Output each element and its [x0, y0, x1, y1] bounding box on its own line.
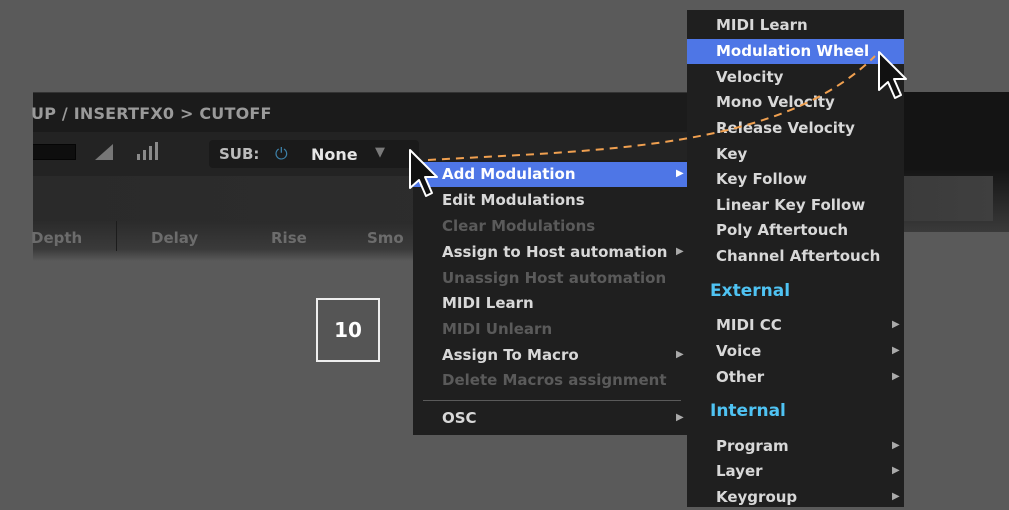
section-title-internal: Internal [710, 401, 786, 421]
submenu-item-label: MIDI CC [716, 316, 782, 334]
menu-item-label: MIDI Unlearn [442, 320, 553, 338]
menu-item-label: Unassign Host automation [442, 269, 667, 287]
column-header-delay[interactable]: Delay [151, 229, 198, 247]
column-header-depth[interactable]: Depth [31, 229, 82, 247]
submenu-item-midi-learn[interactable]: MIDI Learn [687, 13, 904, 38]
submenu-item-voice[interactable]: Voice ▶ [687, 339, 904, 364]
submenu-item-key-follow[interactable]: Key Follow [687, 167, 904, 192]
submenu-item-layer[interactable]: Layer ▶ [687, 459, 904, 484]
menu-item-assign-to-macro[interactable]: Assign To Macro ▶ [413, 343, 694, 368]
submenu-item-channel-aftertouch[interactable]: Channel Aftertouch [687, 244, 904, 269]
section-title-external: External [710, 281, 791, 301]
submenu-item-label: Modulation Wheel [716, 42, 870, 60]
submenu-item-linear-key-follow[interactable]: Linear Key Follow [687, 193, 904, 218]
bars-icon[interactable] [137, 142, 163, 160]
submenu-item-label: Layer [716, 462, 763, 480]
submenu-arrow-icon: ▶ [676, 412, 684, 423]
submenu-item-label: MIDI Learn [716, 16, 808, 34]
menu-item-label: MIDI Learn [442, 294, 534, 312]
menu-item-label: Delete Macros assignment [442, 371, 667, 389]
menu-item-osc[interactable]: OSC ▶ [413, 406, 694, 431]
submenu-arrow-icon: ▶ [676, 246, 684, 257]
submenu-arrow-icon: ▶ [892, 440, 900, 451]
submenu-item-mono-velocity[interactable]: Mono Velocity [687, 90, 904, 115]
dropdown-caret-icon[interactable]: ▼ [375, 145, 385, 160]
submenu-item-label: Channel Aftertouch [716, 247, 881, 265]
menu-item-edit-modulations[interactable]: Edit Modulations [413, 188, 694, 213]
sub-selector[interactable]: SUB: ⏻ None ▼ [209, 140, 419, 168]
submenu-item-keygroup[interactable]: Keygroup ▶ [687, 485, 904, 510]
submenu-arrow-icon: ▶ [676, 168, 684, 179]
menu-item-label: Assign To Macro [442, 346, 579, 364]
modulation-submenu: MIDI Learn Modulation Wheel Velocity Mon… [687, 10, 904, 507]
submenu-item-label: Key Follow [716, 170, 807, 188]
submenu-arrow-icon: ▶ [892, 345, 900, 356]
submenu-item-label: Mono Velocity [716, 93, 835, 111]
submenu-arrow-icon: ▶ [676, 349, 684, 360]
menu-separator [423, 400, 681, 401]
submenu-item-release-velocity[interactable]: Release Velocity [687, 116, 904, 141]
breadcrumb-bar: UP / INSERTFX0 > CUTOFF [31, 92, 733, 133]
menu-item-label: Assign to Host automation [442, 243, 668, 261]
submenu-item-label: Other [716, 368, 765, 386]
menu-item-label: Clear Modulations [442, 217, 596, 235]
power-icon[interactable]: ⏻ [275, 146, 290, 162]
submenu-item-modulation-wheel[interactable]: Modulation Wheel [687, 39, 904, 64]
menu-item-clear-modulations: Clear Modulations [413, 214, 694, 239]
level-triangle-icon[interactable] [95, 144, 113, 160]
submenu-item-label: Poly Aftertouch [716, 221, 849, 239]
menu-item-assign-host-automation[interactable]: Assign to Host automation ▶ [413, 240, 694, 265]
menu-item-label: Edit Modulations [442, 191, 585, 209]
menu-item-add-modulation[interactable]: Add Modulation ▶ [413, 162, 694, 187]
submenu-arrow-icon: ▶ [892, 371, 900, 382]
breadcrumb: UP / INSERTFX0 > CUTOFF [31, 104, 272, 123]
submenu-item-label: Velocity [716, 68, 784, 86]
column-divider [116, 221, 117, 251]
menu-item-delete-macros-assignment: Delete Macros assignment [413, 368, 694, 393]
menu-item-label: OSC [442, 409, 477, 427]
submenu-item-label: Linear Key Follow [716, 196, 866, 214]
submenu-item-midi-cc[interactable]: MIDI CC ▶ [687, 313, 904, 338]
context-menu: Add Modulation ▶ Edit Modulations Clear … [413, 160, 694, 435]
menu-item-unassign-host-automation: Unassign Host automation [413, 266, 694, 291]
submenu-arrow-icon: ▶ [892, 319, 900, 330]
submenu-item-poly-aftertouch[interactable]: Poly Aftertouch [687, 218, 904, 243]
submenu-item-velocity[interactable]: Velocity [687, 65, 904, 90]
submenu-item-program[interactable]: Program ▶ [687, 434, 904, 459]
submenu-arrow-icon: ▶ [892, 465, 900, 476]
menu-item-midi-learn[interactable]: MIDI Learn [413, 291, 694, 316]
menu-item-midi-unlearn: MIDI Unlearn [413, 317, 694, 342]
column-header-smooth[interactable]: Smo [367, 229, 404, 247]
column-header-rise[interactable]: Rise [271, 229, 307, 247]
submenu-arrow-icon: ▶ [892, 491, 900, 502]
sub-label: SUB: [219, 145, 260, 163]
sub-value[interactable]: None [311, 145, 358, 164]
menu-item-label: Add Modulation [442, 165, 576, 183]
step-badge: 10 [316, 298, 380, 362]
submenu-item-label: Program [716, 437, 789, 455]
submenu-item-label: Key [716, 145, 748, 163]
submenu-item-other[interactable]: Other ▶ [687, 365, 904, 390]
submenu-item-label: Voice [716, 342, 762, 360]
submenu-item-key[interactable]: Key [687, 142, 904, 167]
level-meter [33, 144, 76, 160]
submenu-item-label: Release Velocity [716, 119, 855, 137]
submenu-item-label: Keygroup [716, 488, 798, 506]
